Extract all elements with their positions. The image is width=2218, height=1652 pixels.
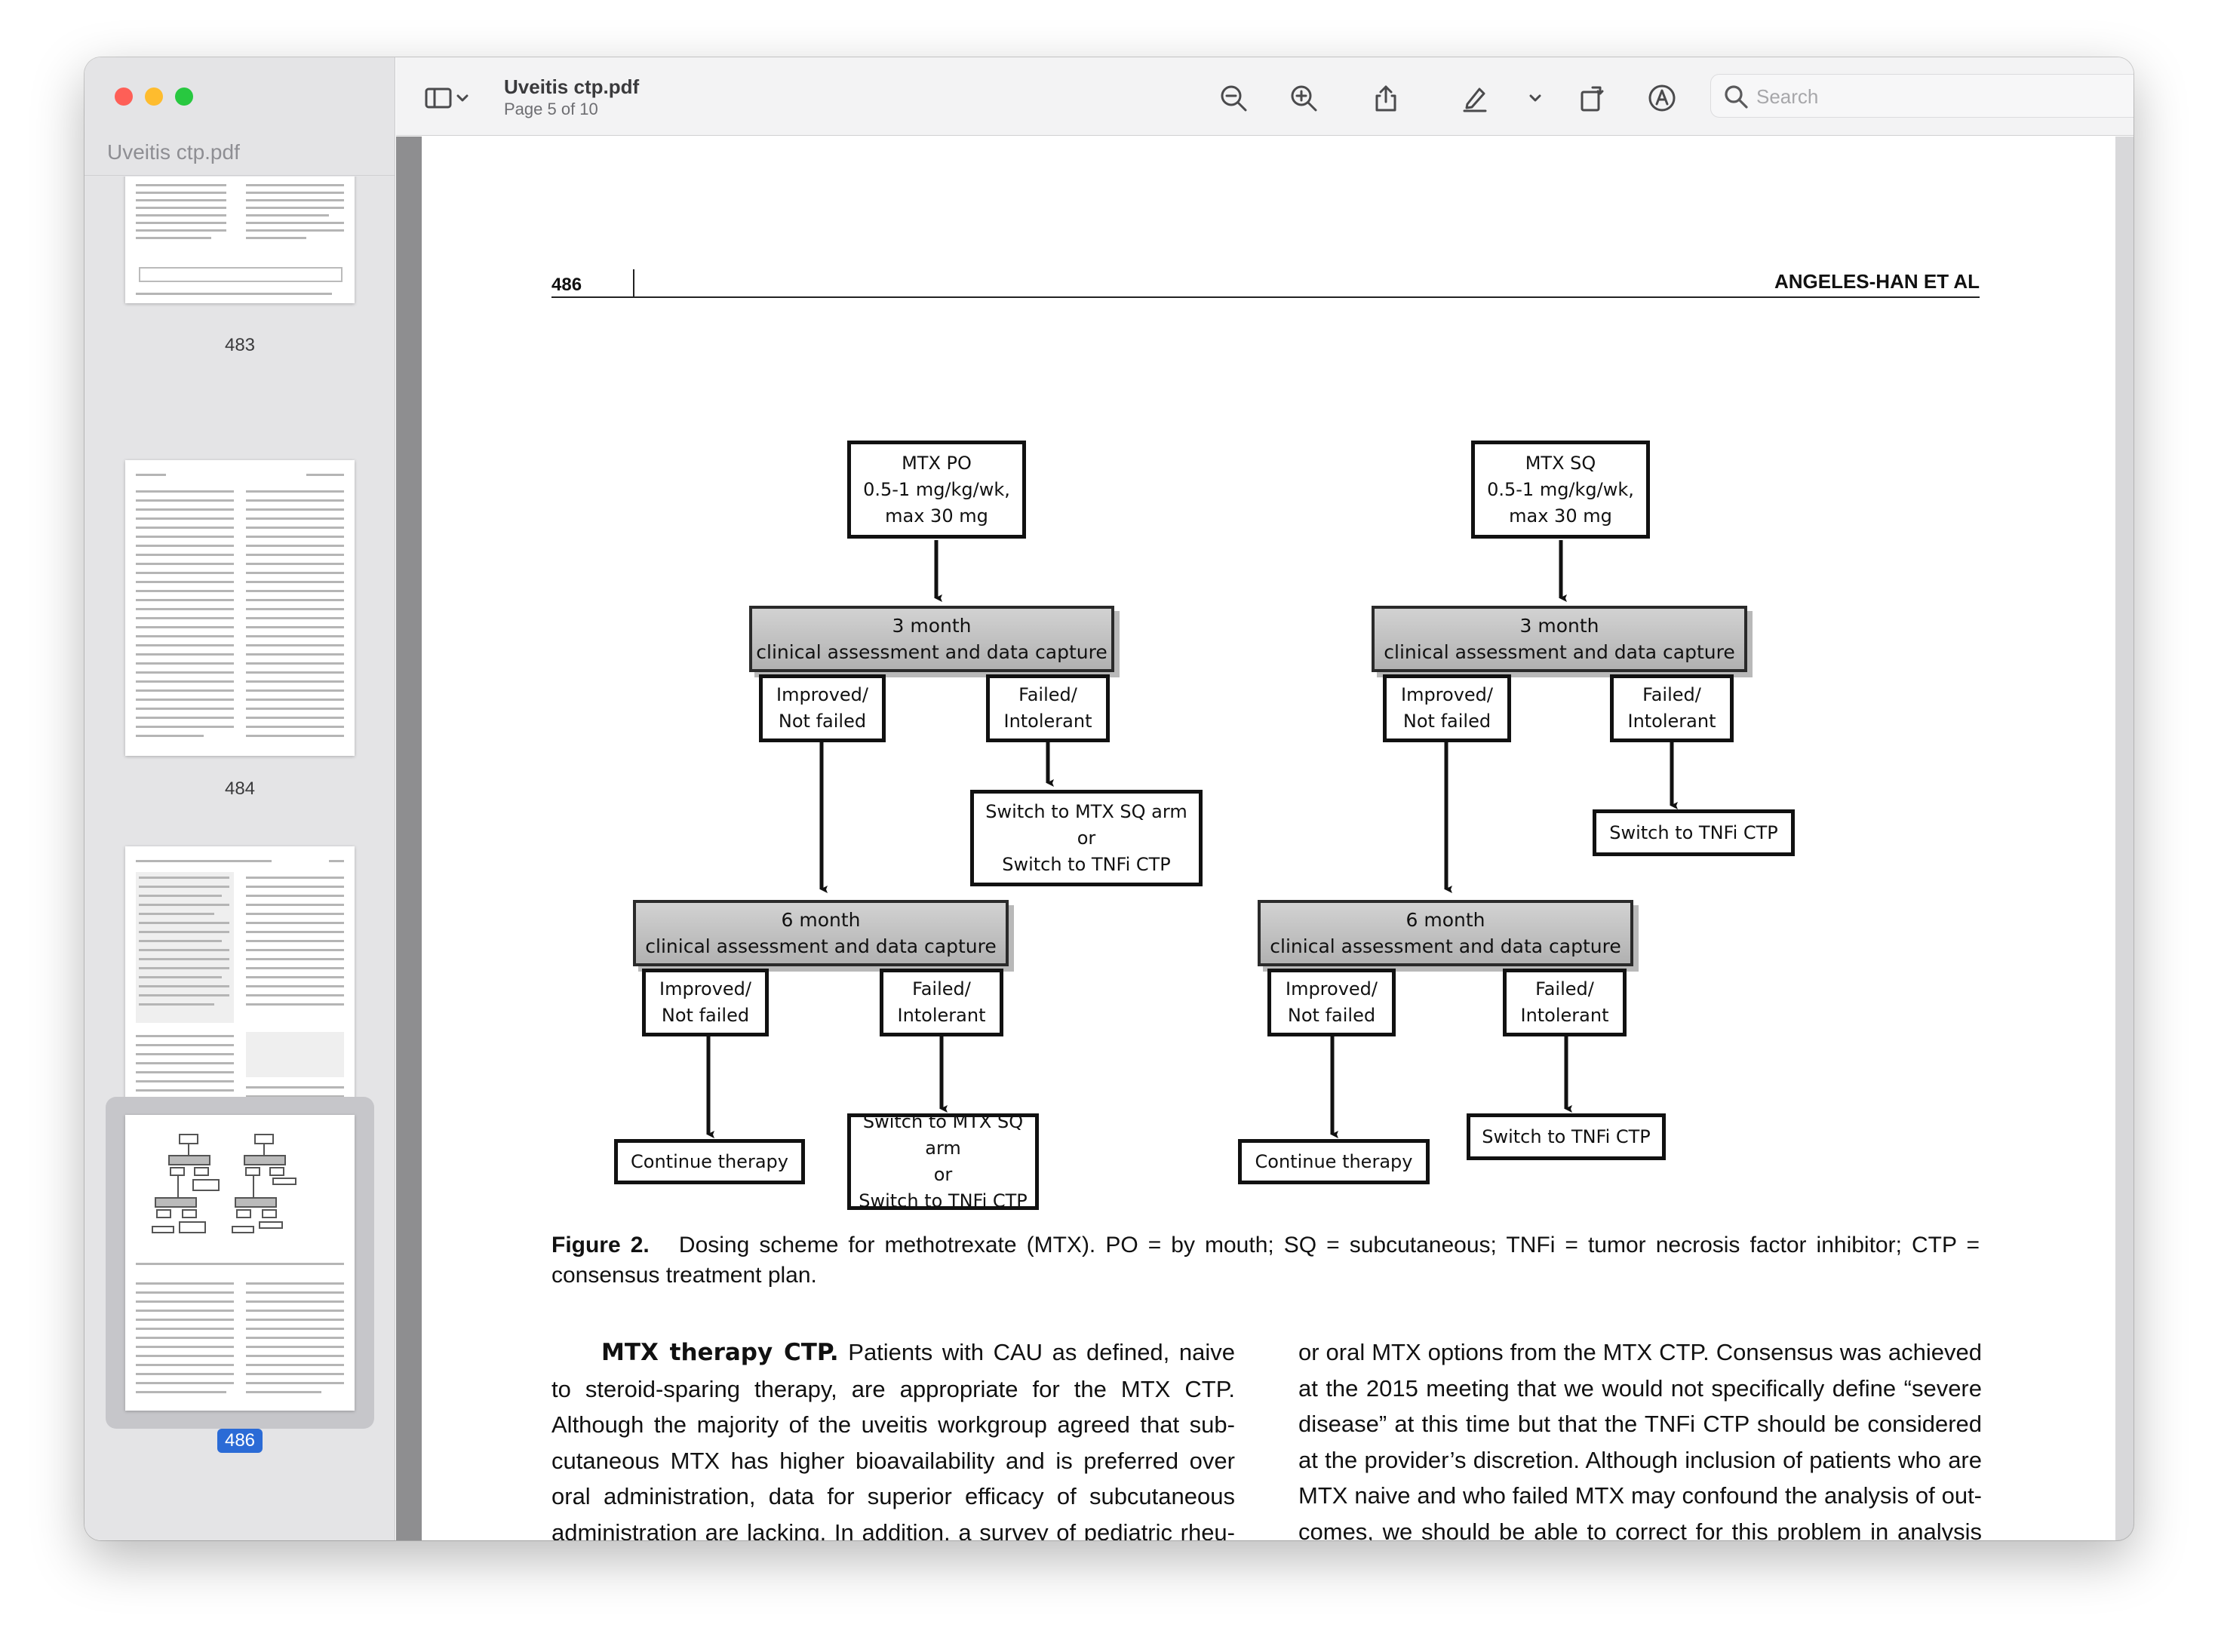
section-heading: MTX therapy CTP.: [601, 1339, 839, 1366]
page-thumbnail-484[interactable]: [125, 460, 355, 756]
chevron-down-icon[interactable]: [455, 83, 470, 113]
preview-window: Uveitis ctp.pdf 483 484 486 Uveitis ctp.…: [84, 57, 2134, 1540]
left-3month-box: 3 month clinical assessment and data cap…: [749, 606, 1114, 672]
window-controls: [115, 88, 193, 106]
right-3month-failed-box: Failed/ Intolerant: [1610, 674, 1734, 742]
zoom-out-icon[interactable]: [1218, 83, 1249, 113]
zoom-in-icon[interactable]: [1289, 83, 1319, 113]
caption-label: Figure 2.: [551, 1233, 650, 1257]
left-3month-failed-box: Failed/ Intolerant: [986, 674, 1110, 742]
left-6month-failed-box: Failed/ Intolerant: [880, 969, 1003, 1036]
thumbnail-label: 483: [224, 335, 256, 355]
left-6month-switch-box: Switch to MTX SQ arm or Switch to TNFi C…: [847, 1111, 1039, 1211]
chevron-down-icon[interactable]: [1528, 83, 1543, 113]
document-title: Uveitis ctp.pdf: [504, 75, 640, 98]
right-continue-box: Continue therapy: [1238, 1139, 1430, 1184]
sidebar-toggle-icon[interactable]: [423, 83, 453, 113]
vertical-scrollbar[interactable]: [2115, 137, 2134, 1540]
zoom-button[interactable]: [175, 88, 193, 106]
right-start-box: MTX SQ 0.5-1 mg/kg/wk, max 30 mg: [1471, 441, 1650, 539]
search-field[interactable]: [1710, 74, 2134, 118]
thumbnail-label: 484: [224, 778, 256, 799]
search-icon: [1723, 84, 1749, 109]
page-indicator: Page 5 of 10: [504, 100, 598, 118]
sidebar-divider: [84, 175, 395, 176]
left-3month-improved-box: Improved/ Not failed: [759, 674, 886, 742]
search-input[interactable]: [1756, 82, 2134, 111]
right-3month-switch-box: Switch to TNFi CTP: [1593, 809, 1795, 856]
left-6month-box: 6 month clinical assessment and data cap…: [633, 900, 1009, 966]
toolbar: Uveitis ctp.pdf Page 5 of 10: [396, 57, 2134, 136]
left-3month-switch-box: Switch to MTX SQ arm or Switch to TNFi C…: [970, 790, 1203, 886]
pdf-page: 486 ANGELES-HAN ET AL MTX PO 0.5-1 mg/kg…: [422, 137, 2115, 1540]
sidebar: Uveitis ctp.pdf 483 484 486: [84, 57, 395, 1540]
caption-text: Dosing scheme for methotrexate (MTX). PO…: [551, 1233, 1980, 1288]
left-6month-improved-box: Improved/ Not failed: [642, 969, 769, 1036]
figure-caption: Figure 2. Dosing scheme for methotrexate…: [551, 1230, 1980, 1291]
body-column-left: MTX therapy CTP. Patients with CAU as de…: [551, 1334, 1235, 1540]
right-6month-failed-box: Failed/ Intolerant: [1503, 969, 1627, 1036]
right-3month-improved-box: Improved/ Not failed: [1383, 674, 1511, 742]
right-6month-switch-box: Switch to TNFi CTP: [1467, 1113, 1666, 1160]
left-paragraph: Patients with CAU as defined, naive to s…: [551, 1339, 1235, 1540]
right-6month-box: 6 month clinical assessment and data cap…: [1258, 900, 1633, 966]
share-icon[interactable]: [1371, 83, 1401, 113]
left-start-box: MTX PO 0.5-1 mg/kg/wk, max 30 mg: [847, 441, 1026, 539]
page-thumbnail-486[interactable]: [125, 1115, 355, 1411]
right-3month-box: 3 month clinical assessment and data cap…: [1372, 606, 1747, 672]
right-6month-improved-box: Improved/ Not failed: [1267, 969, 1396, 1036]
dosing-flowchart: MTX PO 0.5-1 mg/kg/wk, max 30 mg 3 month…: [422, 137, 2115, 1328]
rotate-icon[interactable]: [1577, 83, 1608, 113]
sidebar-title: Uveitis ctp.pdf: [107, 140, 240, 164]
document-viewport[interactable]: 486 ANGELES-HAN ET AL MTX PO 0.5-1 mg/kg…: [396, 137, 2134, 1540]
markup-icon[interactable]: [1647, 83, 1677, 113]
body-column-right: or oral MTX options from the MTX CTP. Co…: [1298, 1339, 1982, 1540]
left-continue-box: Continue therapy: [614, 1139, 805, 1184]
thumbnail-label-selected: 486: [84, 1429, 395, 1453]
close-button[interactable]: [115, 88, 133, 106]
highlight-pen-icon[interactable]: [1460, 83, 1490, 113]
page-thumbnail-483[interactable]: [125, 177, 355, 303]
thumbnail-list[interactable]: 483 484 486: [84, 177, 395, 1540]
minimize-button[interactable]: [145, 88, 163, 106]
